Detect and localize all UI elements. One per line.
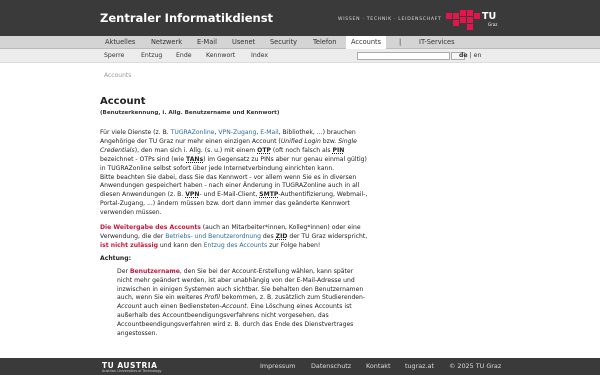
nav-item-netzwerk[interactable]: Netzwerk bbox=[146, 36, 187, 49]
footer-link-impressum[interactable]: Impressum bbox=[260, 358, 296, 375]
footer-link-tugraz[interactable]: tugraz.at bbox=[405, 358, 434, 375]
page-subtitle: (Benutzerkennung, i. Allg. Benutzername … bbox=[100, 110, 280, 116]
sub-navigation: Sperre Entzug Ende Kennwort Index de | e… bbox=[0, 49, 600, 63]
paragraph-warning: Die Weitergabe des Accounts (auch an Mit… bbox=[100, 224, 368, 249]
nav-item-security[interactable]: Security bbox=[265, 36, 302, 49]
link-betriebsordnung[interactable]: Betriebs- und Benutzerordnung bbox=[165, 233, 261, 240]
logo-text: TU bbox=[482, 11, 497, 22]
nav-item-telefon[interactable]: Telefon bbox=[308, 36, 341, 49]
abbr-tans: TANs bbox=[186, 155, 204, 163]
nav-separator: | bbox=[399, 38, 402, 46]
link-tugrazonline[interactable]: TUGRAZonline bbox=[171, 129, 215, 136]
tu-graz-logo[interactable]: TU Graz bbox=[446, 10, 498, 30]
site-title[interactable]: Zentraler Informatikdienst bbox=[100, 11, 273, 25]
link-email[interactable]: E-Mail bbox=[260, 129, 278, 136]
main-content: Account (Benutzerkennung, i. Allg. Benut… bbox=[100, 96, 370, 339]
abbr-smtp: SMTP bbox=[259, 191, 279, 199]
paragraph-password-note: Bitte beachten Sie dabei, dass Sie das K… bbox=[100, 173, 368, 217]
breadcrumb[interactable]: Accounts bbox=[104, 72, 131, 79]
footer-link-datenschutz[interactable]: Datenschutz bbox=[311, 358, 351, 375]
subnav-item-entzug[interactable]: Entzug bbox=[141, 49, 162, 63]
site-header: Zentraler Informatikdienst WISSEN · TECH… bbox=[0, 0, 600, 36]
footer-link-kontakt[interactable]: Kontakt bbox=[366, 358, 390, 375]
search-input[interactable] bbox=[357, 52, 450, 60]
abbr-vpn: VPN bbox=[185, 191, 200, 199]
link-vpn-zugang[interactable]: VPN-Zugang bbox=[218, 129, 256, 136]
subnav-item-sperre[interactable]: Sperre bbox=[104, 49, 124, 63]
achtung-heading: Achtung: bbox=[100, 254, 132, 262]
footer-copyright: © 2025 TU Graz bbox=[449, 362, 502, 370]
main-navigation: Aktuelles Netzwerk E-Mail Usenet Securit… bbox=[0, 36, 600, 50]
abbr-otp: OTP bbox=[257, 146, 271, 154]
lang-separator: | bbox=[469, 52, 472, 59]
site-footer: TU AUSTRIA Austrian Universities of Tech… bbox=[0, 358, 600, 375]
nav-item-it-services[interactable]: IT-Services bbox=[414, 36, 460, 49]
abbr-zid: ZID bbox=[275, 232, 288, 240]
nav-item-usenet[interactable]: Usenet bbox=[227, 36, 260, 49]
tu-austria-subtitle: Austrian Universities of Technology bbox=[102, 369, 162, 373]
page-title: Account bbox=[100, 96, 146, 107]
subnav-item-index[interactable]: Index bbox=[251, 49, 268, 63]
paragraph-intro: Für viele Dienste (z. B. TUGRAZonline, V… bbox=[100, 129, 367, 172]
language-switcher: de | en bbox=[459, 49, 481, 63]
logo-subtext: Graz bbox=[488, 22, 498, 27]
link-entzug[interactable]: Entzug des Accounts bbox=[204, 242, 267, 249]
paragraph-username: Der Benutzername, den Sie bei der Accoun… bbox=[117, 267, 366, 338]
nav-item-email[interactable]: E-Mail bbox=[192, 36, 222, 49]
abbr-pin: PIN bbox=[332, 146, 345, 154]
subnav-item-kennwort[interactable]: Kennwort bbox=[206, 49, 235, 63]
nav-item-accounts[interactable]: Accounts bbox=[346, 36, 387, 50]
lang-de[interactable]: de bbox=[459, 52, 468, 59]
nav-item-aktuelles[interactable]: Aktuelles bbox=[100, 36, 140, 49]
lang-en[interactable]: en bbox=[474, 52, 482, 59]
site-tagline: WISSEN · TECHNIK · LEIDENSCHAFT bbox=[338, 17, 442, 22]
subnav-item-ende[interactable]: Ende bbox=[176, 49, 192, 63]
